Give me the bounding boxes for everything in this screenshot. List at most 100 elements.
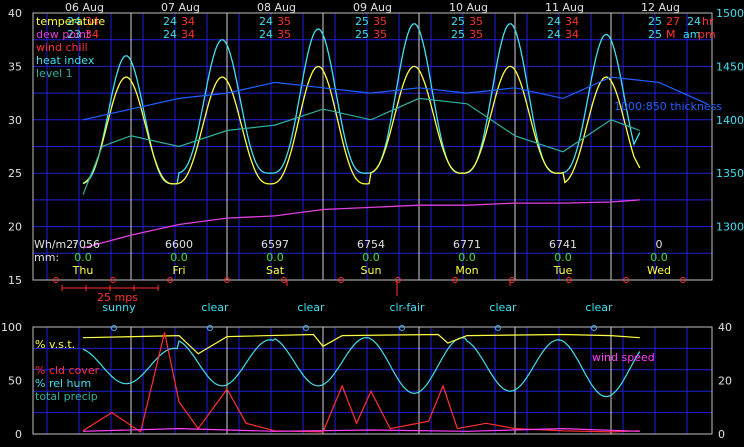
low-dew: 24: [259, 28, 273, 41]
low-dew: 25: [451, 28, 465, 41]
y-tick-label: 20: [8, 221, 22, 234]
energy-value: 6597: [261, 238, 289, 251]
top-panel-series: [82, 23, 708, 249]
hour-unit: hr: [702, 15, 714, 28]
energy-value: 7056: [72, 238, 100, 251]
date-label: 08 Aug: [257, 1, 296, 14]
high-dew: 35: [373, 28, 387, 41]
chart-labels: 15 20 25 30 35 40 1300 1350 1400 1450 1500 0 50 100 0 2…: [1, 1, 744, 441]
rel-hum-line: [82, 337, 641, 398]
date-label: 12 Aug: [641, 1, 680, 14]
sky-label: clear: [297, 301, 325, 314]
high-dew: 35: [277, 28, 291, 41]
y-tick-label: 50: [8, 375, 22, 388]
energy-value: 6754: [357, 238, 385, 251]
date-label: 06 Aug: [65, 1, 104, 14]
date-label: 11 Aug: [545, 1, 584, 14]
low-dew: 24: [163, 28, 177, 41]
legend-rel-hum: % rel hum: [35, 377, 91, 390]
high-temp: 27: [666, 15, 680, 28]
day-name: Tue: [553, 264, 573, 277]
heat-index-line: [82, 23, 641, 185]
low-dew: 24: [547, 28, 561, 41]
day-name: Mon: [455, 264, 478, 277]
high-dew: 35: [469, 28, 483, 41]
precip-value: 0.0: [170, 251, 188, 264]
y-tick-label: 40: [8, 7, 22, 20]
y2-tick-label: 0: [718, 428, 725, 441]
high-temp: 34: [181, 15, 195, 28]
high-dew: M: [666, 28, 676, 41]
y-tick-label: 15: [8, 274, 22, 287]
sky-label: clr-fair: [389, 301, 425, 314]
pm-label: pm: [698, 28, 716, 41]
legend-total-precip: total precip: [35, 390, 98, 403]
precip-label: mm:: [34, 251, 59, 264]
sun-marker: [207, 325, 213, 331]
energy-value: 6600: [165, 238, 193, 251]
energy-value: 6741: [549, 238, 577, 251]
low-dew: 25: [648, 28, 662, 41]
low-dew: 25: [355, 28, 369, 41]
day-name: Sun: [361, 264, 382, 277]
day-name: Sat: [266, 264, 285, 277]
sun-marker: [399, 325, 405, 331]
y-tick-label: 100: [1, 321, 22, 334]
high-temp: 34: [565, 15, 579, 28]
sun-marker: [591, 325, 597, 331]
high-temp: 35: [277, 15, 291, 28]
temperature-line: [82, 65, 641, 185]
y2-tick-label: 40: [718, 321, 732, 334]
y2-tick-label: 1450: [716, 60, 744, 73]
legend-heat-index: heat index: [36, 54, 95, 67]
day-name: Fri: [172, 264, 185, 277]
precip-value: 0.0: [458, 251, 476, 264]
legend-wind-chill: wind chill: [36, 41, 88, 54]
legend-dew-point: dew point: [36, 28, 91, 41]
y-tick-label: 25: [8, 167, 22, 180]
y-tick-label: 0: [15, 428, 22, 441]
sun-marker: [303, 325, 309, 331]
sun-marker: [111, 325, 117, 331]
day-name: Wed: [647, 264, 671, 277]
bottom-panel-series: [82, 332, 641, 433]
low-temp: 24: [163, 15, 177, 28]
sky-label: clear: [585, 301, 613, 314]
y-tick-label: 30: [8, 114, 22, 127]
energy-label: Wh/m2:: [34, 238, 77, 251]
low-temp: 25: [355, 15, 369, 28]
precip-value: 0.0: [650, 251, 668, 264]
precip-value: 0.0: [74, 251, 92, 264]
legend-wind-speed: wind speed: [592, 351, 655, 364]
legend-cloud-cover: % cld cover: [35, 364, 100, 377]
day-name: Thu: [72, 264, 94, 277]
hour-count: 24: [687, 15, 701, 28]
high-dew: 34: [181, 28, 195, 41]
date-label: 09 Aug: [353, 1, 392, 14]
low-temp: 25: [648, 15, 662, 28]
y2-tick-label: 1400: [716, 114, 744, 127]
weather-forecast-chart: 15 20 25 30 35 40 1300 1350 1400 1450 1500 0 50 100 0 2…: [0, 0, 744, 447]
sun-marker: [495, 325, 501, 331]
high-temp: 35: [373, 15, 387, 28]
sky-label: clear: [201, 301, 229, 314]
date-label: 10 Aug: [449, 1, 488, 14]
y2-tick-label: 1350: [716, 167, 744, 180]
energy-value: 0: [656, 238, 663, 251]
chart-canvas: 15 20 25 30 35 40 1300 1350 1400 1450 1500 0 50 100 0 2…: [1, 1, 744, 441]
cloud-cover-line: [82, 332, 640, 433]
low-temp: 25: [451, 15, 465, 28]
thickness-label: 1000:850 thickness: [614, 100, 722, 113]
precip-value: 0.0: [266, 251, 284, 264]
precip-value: 0.0: [362, 251, 380, 264]
high-dew: 34: [565, 28, 579, 41]
energy-value: 6771: [453, 238, 481, 251]
legend-vst: % v.s.t.: [35, 338, 75, 351]
precip-value: 0.0: [554, 251, 572, 264]
date-label: 07 Aug: [161, 1, 200, 14]
sky-label: sunny: [102, 301, 136, 314]
y2-tick-label: 20: [718, 375, 732, 388]
legend-temperature: temperature: [36, 15, 105, 28]
sky-label: clear: [489, 301, 517, 314]
legend-level1: level 1: [36, 67, 73, 80]
